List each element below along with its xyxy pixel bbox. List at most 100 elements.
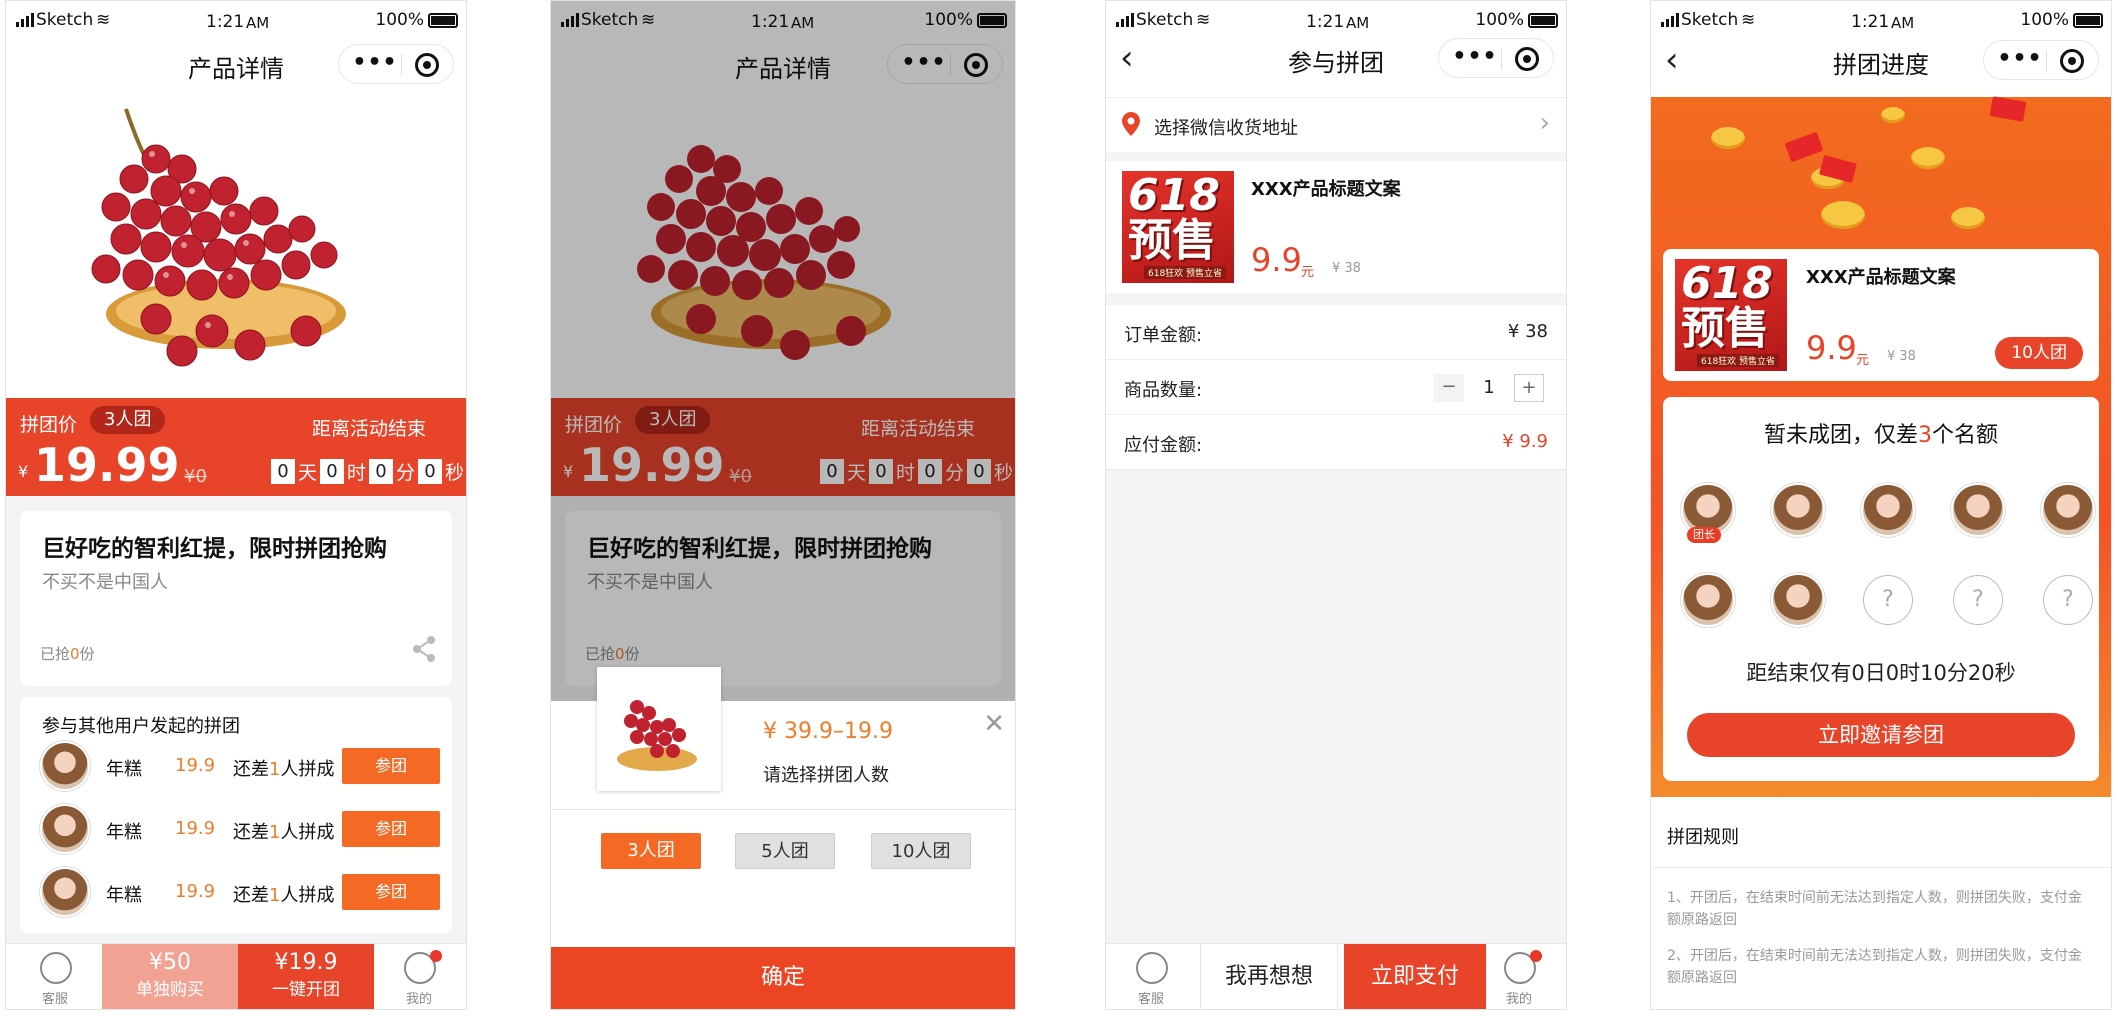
nav-bar: 产品详情 ••• <box>6 41 466 93</box>
chevron-right-icon: › <box>1539 108 1550 138</box>
original-price: ¥ 38 <box>1887 349 1916 364</box>
signal-icon <box>1661 13 1679 27</box>
group-needed: 还差1人拼成 <box>233 759 335 780</box>
bottom-action-bar: 客服 ¥50 单独购买 ¥19.9 一键开团 我的 <box>6 943 466 1009</box>
smiley-icon <box>40 952 72 984</box>
countdown-days: 0 <box>270 459 295 484</box>
member-avatar <box>1683 575 1733 625</box>
increment-button[interactable]: + <box>1514 374 1544 402</box>
choose-group-size-screen: Sketch ≋ 1:21 AM 100% 产品详情 ••• 拼团价 3人团 ¥… <box>550 0 1016 1010</box>
close-icon[interactable]: ✕ <box>983 709 1005 739</box>
product-name: XXX产品标题文案 <box>1251 179 1401 200</box>
countdown: 0天 0时 0分 0秒 <box>268 458 464 485</box>
join-group-button[interactable]: 参团 <box>342 811 440 847</box>
member-avatar <box>1773 485 1823 535</box>
countdown-text: 距结束仅有0日0时10分20秒 <box>1746 661 2016 685</box>
nav-bar: ‹ 参与拼团 ••• <box>1106 35 1566 87</box>
order-product-card: 618 预售 618狂欢 预售立省 XXX产品标题文案 9.9 元 ¥ 38 <box>1106 161 1566 293</box>
group-leader-name: 年糕 <box>106 759 142 780</box>
red-envelope-decoration <box>1989 96 2027 122</box>
sold-count: 已抢0份 <box>40 645 95 663</box>
coin-decoration <box>1951 207 1985 229</box>
option-5-person[interactable]: 5人团 <box>735 833 835 869</box>
member-avatar <box>2043 485 2093 535</box>
close-miniprogram-icon[interactable] <box>1515 47 1539 71</box>
payable-amount-row: 应付金额: ¥ 9.9 <box>1106 415 1566 470</box>
countdown-hours: 0 <box>319 459 344 484</box>
product-detail-screen: Sketch ≋ 1:21 AM 100% 产品详情 ••• 拼团价 3人团 ¥… <box>5 0 467 1010</box>
status-bar: Sketch ≋ 1:21 AM 100% <box>6 1 466 41</box>
product-price: 9.9 <box>1251 241 1302 279</box>
think-again-button[interactable]: 我再想想 <box>1200 944 1338 1009</box>
group-status-text: 暂未成团，仅差3个名额 <box>1763 423 1999 448</box>
close-miniprogram-icon[interactable] <box>415 53 439 77</box>
decrement-button[interactable]: − <box>1434 374 1464 402</box>
group-leader-name: 年糕 <box>106 885 142 906</box>
red-envelope-decoration <box>1784 131 1824 163</box>
sheet-price-range: ¥ 39.9–19.9 <box>763 719 893 744</box>
miniprogram-capsule: ••• <box>1438 38 1554 78</box>
product-info-card: 巨好吃的智利红提，限时拼团抢购 不买不是中国人 已抢0份 <box>20 511 452 686</box>
buy-single-button[interactable]: ¥50 单独购买 <box>102 944 238 1009</box>
group-price: 19.9 <box>175 755 216 776</box>
join-group-button[interactable]: 参团 <box>342 748 440 784</box>
group-needed: 还差1人拼成 <box>233 822 335 843</box>
member-avatar <box>1953 485 2003 535</box>
group-price-banner: 拼团价 3人团 ¥ 19.99 ¥0 距离活动结束 0天 0时 0分 0秒 <box>6 398 466 496</box>
wifi-icon: ≋ <box>1196 10 1211 30</box>
notification-dot <box>430 950 442 962</box>
product-image <box>6 99 466 396</box>
countdown-label: 距离活动结束 <box>311 418 426 440</box>
smiley-icon <box>1136 952 1168 984</box>
leader-badge: 团长 <box>1687 527 1721 543</box>
confirm-button[interactable]: 确定 <box>551 947 1015 1009</box>
original-price: ¥0 <box>184 466 207 487</box>
rule-item: 2、开团后，在结束时间前无法达到指定人数，则拼团失败，支付金额原路返回 <box>1667 948 2082 986</box>
empty-slot: ? <box>1953 575 2003 625</box>
more-icon[interactable]: ••• <box>1996 46 2044 71</box>
address-label: 选择微信收货地址 <box>1154 118 1298 139</box>
progress-product-card: 618 预售 618狂欢 预售立省 XXX产品标题文案 9.9 元 ¥ 38 1… <box>1663 249 2099 381</box>
join-group-button[interactable]: 参团 <box>342 874 440 910</box>
start-group-button[interactable]: ¥19.9 一键开团 <box>238 944 374 1009</box>
bottom-action-bar: 客服 我再想想 立即支付 我的 <box>1106 943 1566 1009</box>
battery-icon <box>428 13 458 28</box>
invite-button[interactable]: 立即邀请参团 <box>1687 713 2075 757</box>
product-title: 巨好吃的智利红提，限时拼团抢购 <box>42 536 387 562</box>
coin-decoration <box>1881 107 1905 123</box>
promo-poster: 618 预售 618狂欢 预售立省 <box>1122 171 1234 283</box>
pay-now-button[interactable]: 立即支付 <box>1344 944 1486 1009</box>
quantity-value[interactable]: 1 <box>1474 374 1504 402</box>
more-icon[interactable]: ••• <box>1451 44 1499 69</box>
group-price: 19.99 <box>34 438 180 492</box>
group-price-label: 拼团价 <box>20 414 78 436</box>
avatar <box>42 806 88 852</box>
close-miniprogram-icon[interactable] <box>2060 49 2084 73</box>
miniprogram-capsule: ••• <box>1983 40 2099 80</box>
currency-symbol: ¥ <box>18 462 29 481</box>
share-icon[interactable] <box>412 635 436 663</box>
status-bar: Sketch ≋ 1:21 AM 100% <box>1651 1 2111 41</box>
wifi-icon: ≋ <box>96 10 111 30</box>
empty-slot: ? <box>1863 575 1913 625</box>
order-amount-row: 订单金额: ¥ 38 <box>1106 305 1566 360</box>
signal-icon <box>1116 13 1134 27</box>
group-status-card: 暂未成团，仅差3个名额 团长 ? ? ? 距结束仅有0日0时10分20秒 立即邀… <box>1663 397 2099 781</box>
product-subtitle: 不买不是中国人 <box>42 572 168 593</box>
quantity-row: 商品数量: − 1 + <box>1106 360 1566 415</box>
address-selector[interactable]: 选择微信收货地址 › <box>1106 97 1566 152</box>
group-row: 年糕 19.9 还差1人拼成 参团 <box>20 800 452 862</box>
member-avatar <box>1773 575 1823 625</box>
location-pin-icon <box>1122 112 1140 136</box>
empty-slot: ? <box>2043 575 2093 625</box>
option-10-person[interactable]: 10人团 <box>871 833 971 869</box>
avatar <box>42 869 88 915</box>
wifi-icon: ≋ <box>1741 10 1756 30</box>
option-3-person[interactable]: 3人团 <box>601 833 701 869</box>
rules-title: 拼团规则 <box>1667 827 1739 848</box>
notification-dot <box>1530 950 1542 962</box>
group-size-tag: 3人团 <box>90 406 166 434</box>
nav-bar: ‹ 拼团进度 ••• <box>1651 37 2111 89</box>
member-avatar <box>1863 485 1913 535</box>
more-icon[interactable]: ••• <box>351 50 399 75</box>
